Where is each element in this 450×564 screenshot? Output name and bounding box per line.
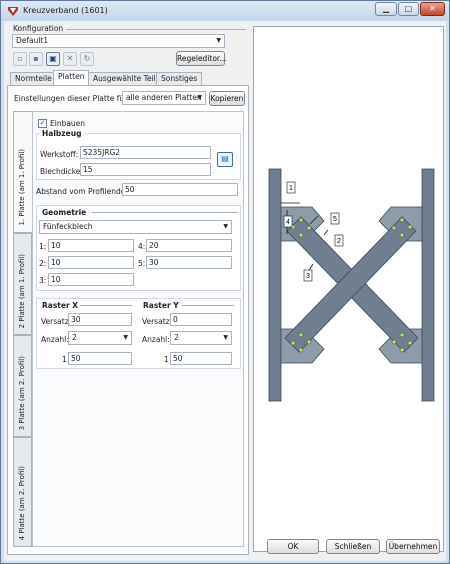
- chevron-down-icon: ▼: [223, 334, 228, 341]
- dim-2-field[interactable]: 10: [48, 256, 134, 269]
- close-window-button[interactable]: ✕: [420, 2, 445, 16]
- geometrie-value: Fünfeckblech: [43, 222, 93, 231]
- dim-3-field[interactable]: 10: [48, 273, 134, 286]
- minimize-button[interactable]: ▁: [375, 2, 397, 16]
- raster-x-row-label: 1: [62, 355, 67, 364]
- refresh-icon[interactable]: ↻: [80, 52, 94, 66]
- konfiguration-divider: [66, 29, 246, 30]
- einbauen-label: Einbauen: [50, 119, 86, 128]
- werkstoff-label: Werkstoff:: [40, 150, 79, 159]
- abstand-field[interactable]: 50: [122, 183, 238, 196]
- dim-1-label: 1:: [39, 242, 47, 251]
- raster-x-row-field[interactable]: 50: [68, 352, 132, 365]
- dim-4-label: 4:: [138, 242, 146, 251]
- raster-x-title: Raster X: [40, 301, 81, 310]
- kopieren-button[interactable]: Kopieren: [209, 91, 245, 106]
- preview-panel: 1 2 3 4 5: [253, 26, 444, 552]
- blechdicke-field[interactable]: 15: [80, 163, 211, 176]
- dim-label-1: 1: [289, 185, 293, 192]
- window-title: Kreuzverband (1601): [23, 6, 108, 15]
- dim-3-label: 3:: [39, 276, 47, 285]
- uebernehmen-button[interactable]: Übernehmen: [386, 539, 440, 554]
- vtab-plate-3[interactable]: 3 Platte (am 2. Profil): [13, 335, 32, 437]
- maximize-button[interactable]: □: [398, 2, 419, 16]
- tab-sonstiges[interactable]: Sonstiges: [156, 72, 203, 85]
- raster-y-title: Raster Y: [141, 301, 181, 310]
- werkstoff-field[interactable]: S235JRG2: [80, 146, 211, 159]
- tab-ausgewaehlte-teile[interactable]: Ausgewählte Teile: [88, 72, 166, 85]
- vtab-plate-3-label: 3 Platte (am 2. Profil): [18, 355, 26, 430]
- vtab-plate-2-label: 2 Platte (am 1. Profil): [18, 253, 26, 328]
- geometrie-title: Geometrie: [40, 208, 89, 217]
- material-picker-icon[interactable]: ▤: [217, 152, 233, 167]
- konfiguration-dropdown[interactable]: Default1 ▼: [12, 34, 225, 48]
- chevron-down-icon: ▼: [223, 223, 228, 230]
- app-icon: [8, 7, 18, 16]
- dim-5-field[interactable]: 30: [146, 256, 232, 269]
- dim-1-field[interactable]: 10: [48, 239, 134, 252]
- save-as-icon[interactable]: ▣: [46, 52, 60, 66]
- raster-y-versatz-field[interactable]: 0: [170, 313, 232, 326]
- title-bar: Kreuzverband (1601) ▁ □ ✕: [1, 1, 449, 21]
- chevron-down-icon: ▼: [197, 94, 202, 101]
- geometrie-divider: [92, 212, 238, 213]
- schliessen-button[interactable]: Schließen: [326, 539, 380, 554]
- halbzeug-title: Halbzeug: [40, 129, 84, 138]
- chevron-down-icon: ▼: [123, 334, 128, 341]
- cross-bracing-diagram: 1 2 3 4 5: [268, 168, 435, 402]
- regeleditor-button[interactable]: Regeleditor...: [176, 51, 226, 66]
- dim-label-2: 2: [337, 238, 341, 245]
- tab-platten[interactable]: Platten: [53, 70, 90, 86]
- vtab-plate-4-label: 4 Platte (am 2. Profil): [18, 465, 26, 540]
- dim-label-3: 3: [306, 273, 310, 280]
- raster-x-versatz-label: Versatz:: [41, 317, 72, 326]
- geometrie-dropdown[interactable]: Fünfeckblech ▼: [39, 220, 232, 234]
- dim-5-label: 5:: [138, 259, 146, 268]
- raster-y-row-field[interactable]: 50: [170, 352, 232, 365]
- vtab-plate-1-label: 1. Platte (am 1. Profil): [18, 149, 26, 226]
- raster-y-anzahl-value: 2: [174, 333, 179, 342]
- dim-label-5: 5: [333, 216, 337, 223]
- raster-x-anzahl-label: Anzahl:: [41, 335, 69, 344]
- tab-normteile[interactable]: Normteile: [10, 72, 57, 85]
- raster-y-row-label: 1: [164, 355, 169, 364]
- vtab-plate-4[interactable]: 4 Platte (am 2. Profil): [13, 437, 32, 547]
- raster-x-versatz-field[interactable]: 30: [68, 313, 132, 326]
- dim-label-4: 4: [286, 219, 290, 226]
- save-icon[interactable]: ▪: [29, 52, 43, 66]
- vtab-plate-2[interactable]: 2 Platte (am 1. Profil): [13, 233, 32, 335]
- raster-x-divider: [80, 305, 132, 306]
- raster-y-anzahl-label: Anzahl:: [142, 335, 170, 344]
- dialog-body: Konfiguration Default1 ▼ ▫ ▪ ▣ ✕ ↻ Regel…: [4, 21, 446, 561]
- chevron-down-icon: ▼: [216, 37, 221, 44]
- raster-x-anzahl-dropdown[interactable]: 2 ▼: [68, 331, 132, 345]
- konfiguration-label: Konfiguration: [13, 24, 64, 33]
- raster-y-versatz-label: Versatz:: [142, 317, 173, 326]
- raster-x-anzahl-value: 2: [72, 333, 77, 342]
- left-column: [268, 168, 282, 402]
- blechdicke-label: Blechdicke:: [40, 167, 83, 176]
- delete-icon[interactable]: ✕: [63, 52, 77, 66]
- vtab-plate-1[interactable]: 1. Platte (am 1. Profil): [13, 111, 32, 233]
- abstand-label: Abstand vom Profilende:: [36, 187, 128, 196]
- right-column: [421, 168, 435, 402]
- ok-button[interactable]: OK: [267, 539, 319, 554]
- settings-value: alle anderen Platten: [126, 93, 202, 102]
- main-window: Kreuzverband (1601) ▁ □ ✕ Konfiguration …: [0, 0, 450, 564]
- einbauen-checkbox[interactable]: ✓: [38, 119, 47, 128]
- dim-2-label: 2:: [39, 259, 47, 268]
- settings-label: Einstellungen dieser Platte für: [14, 94, 128, 103]
- dim-4-field[interactable]: 20: [146, 239, 232, 252]
- konfiguration-value: Default1: [16, 36, 49, 45]
- raster-y-anzahl-dropdown[interactable]: 2 ▼: [170, 331, 232, 345]
- new-config-icon[interactable]: ▫: [13, 52, 27, 66]
- raster-y-divider: [182, 305, 234, 306]
- settings-dropdown[interactable]: alle anderen Platten ▼: [122, 91, 206, 105]
